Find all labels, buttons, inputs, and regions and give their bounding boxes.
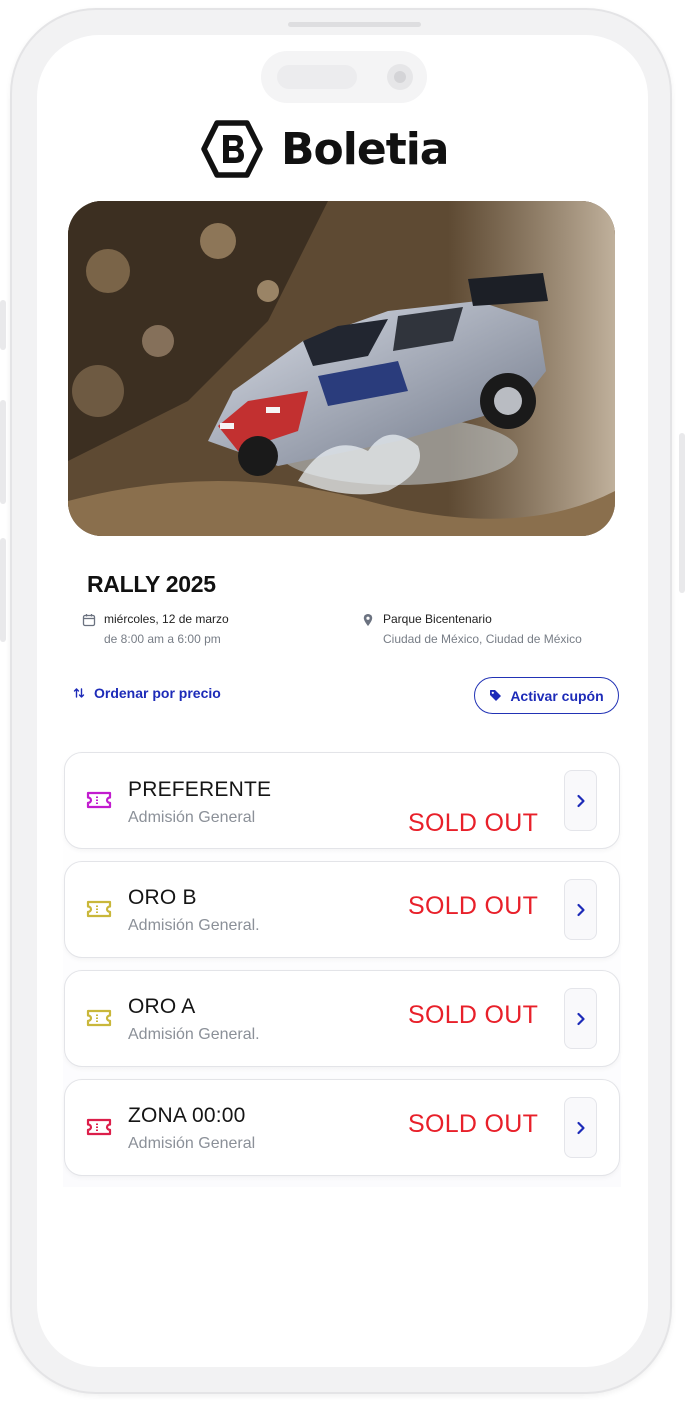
event-date: miércoles, 12 de marzo — [104, 612, 229, 626]
ticket-details-button[interactable] — [564, 879, 597, 940]
chevron-right-icon — [576, 1121, 585, 1134]
ticket-icon — [86, 900, 112, 918]
island-sensor — [277, 65, 357, 89]
tag-icon — [490, 690, 502, 701]
event-time: de 8:00 am a 6:00 pm — [104, 632, 221, 646]
activate-coupon-button[interactable]: Activar cupón — [474, 677, 619, 714]
side-button-volume-up — [0, 400, 6, 504]
ticket-name: ORO B — [128, 886, 197, 909]
ticket-row-oro-a[interactable]: ORO A Admisión General. SOLD OUT — [64, 970, 620, 1067]
sold-out-badge: SOLD OUT — [408, 892, 539, 920]
event-city: Ciudad de México, Ciudad de México — [383, 632, 582, 646]
chevron-right-icon — [576, 903, 585, 916]
ticket-name: PREFERENTE — [128, 778, 272, 801]
side-button-volume-down — [0, 538, 6, 642]
map-pin-icon — [363, 614, 373, 626]
ticket-description: Admisión General. — [128, 917, 260, 934]
sort-by-price-button[interactable]: Ordenar por precio — [73, 685, 221, 701]
event-title: RALLY 2025 — [87, 571, 216, 597]
side-button-mute — [0, 300, 6, 350]
sold-out-badge: SOLD OUT — [408, 809, 539, 837]
ticket-name: ORO A — [128, 995, 196, 1018]
sort-label: Ordenar por precio — [94, 685, 221, 701]
event-hero-image — [68, 201, 615, 536]
b-hexagon-logo-icon — [201, 120, 263, 178]
event-location-block[interactable]: Parque Bicentenario Ciudad de México, Ci… — [361, 611, 582, 648]
ticket-description: Admisión General — [128, 809, 256, 826]
event-venue: Parque Bicentenario — [383, 612, 492, 626]
ticket-name: ZONA 00:00 — [128, 1104, 246, 1127]
side-button-power — [679, 433, 685, 593]
chevron-right-icon — [576, 1012, 585, 1025]
brand-name: Boletia — [281, 123, 449, 175]
ticket-row-oro-b[interactable]: ORO B Admisión General. SOLD OUT — [64, 861, 620, 958]
ticket-details-button[interactable] — [564, 988, 597, 1049]
ticket-row-preferente[interactable]: PREFERENTE Admisión General SOLD OUT — [64, 752, 620, 849]
calendar-icon — [82, 614, 96, 627]
brand-logo[interactable]: Boletia — [201, 117, 449, 181]
ticket-icon — [86, 791, 112, 809]
ticket-icon — [86, 1118, 112, 1136]
chevron-right-icon — [576, 794, 585, 807]
sold-out-badge: SOLD OUT — [408, 1110, 539, 1138]
ticket-details-button[interactable] — [564, 770, 597, 831]
event-date-block: miércoles, 12 de marzo de 8:00 am a 6:00… — [82, 611, 229, 648]
front-camera — [387, 64, 413, 90]
ticket-description: Admisión General — [128, 1135, 256, 1152]
app-screen: Boletia RALLY 2025 miércoles, 12 de marz… — [37, 35, 648, 1367]
coupon-label: Activar cupón — [510, 687, 604, 704]
sold-out-badge: SOLD OUT — [408, 1001, 539, 1029]
ticket-description: Admisión General. — [128, 1026, 260, 1043]
dynamic-island — [261, 51, 427, 103]
phone-speaker-edge — [288, 22, 421, 27]
rally-car-illustration — [68, 201, 615, 536]
ticket-details-button[interactable] — [564, 1097, 597, 1158]
ticket-icon — [86, 1009, 112, 1027]
ticket-list: PREFERENTE Admisión General SOLD OUT ORO… — [63, 751, 621, 1187]
sort-arrows-icon — [73, 688, 85, 698]
ticket-row-zona-0000[interactable]: ZONA 00:00 Admisión General SOLD OUT — [64, 1079, 620, 1176]
